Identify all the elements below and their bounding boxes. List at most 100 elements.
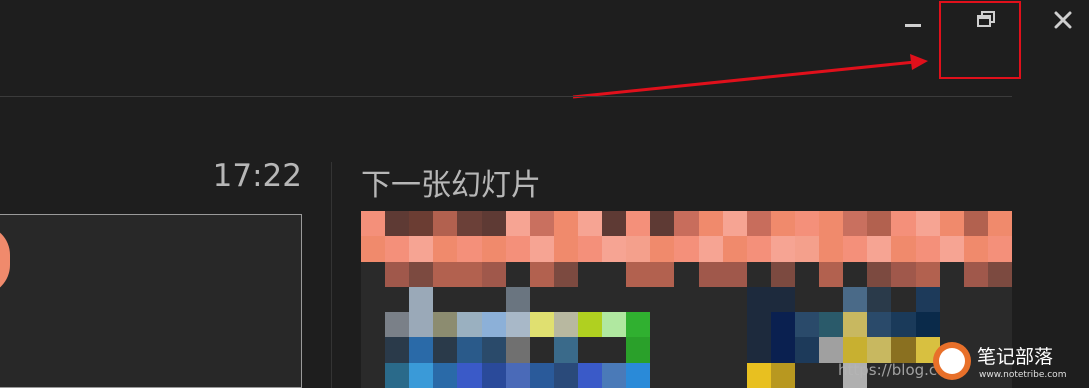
slide-pixel: [481, 362, 506, 388]
slide-pixel: [867, 286, 892, 313]
slide-pixel: [722, 312, 747, 338]
slide-pixel: [698, 236, 723, 262]
slide-pixel: [819, 261, 844, 287]
slide-pixel: [433, 362, 458, 388]
slide-pixel: [577, 261, 603, 287]
slide-pixel: [915, 261, 940, 287]
slide-pixel: [722, 337, 747, 363]
slide-pixel: [409, 211, 434, 237]
slide-pixel: [505, 362, 530, 388]
slide-pixel: [626, 312, 651, 338]
slide-pixel: [963, 211, 988, 237]
slide-pixel: [409, 236, 434, 262]
slide-pixel: [891, 261, 916, 287]
logo-subtext: www.notetribe.com: [979, 370, 1067, 380]
slide-pixel: [674, 211, 699, 237]
slide-pixel: [698, 286, 723, 313]
slide-pixel: [457, 211, 482, 237]
slide-pixel: [361, 261, 386, 287]
pen-icon: [939, 348, 965, 374]
slide-pixel: [794, 286, 820, 313]
slide-pixel: [794, 211, 820, 237]
slide-pixel: [481, 337, 506, 363]
watermark-logo: 笔记部落 www.notetribe.com: [925, 338, 1089, 388]
slide-pixel: [987, 236, 1012, 262]
slide-pixel: [385, 261, 410, 287]
slide-pixel: [385, 312, 410, 338]
slide-pixel: [722, 261, 747, 287]
slide-pixel: [409, 261, 434, 287]
slide-pixel: [481, 286, 506, 313]
slide-pixel: [843, 312, 868, 338]
slide-pixel: [843, 211, 868, 237]
slide-pixel: [939, 312, 964, 338]
slide-pixel: [819, 236, 844, 262]
slide-pixel: [481, 312, 506, 338]
slide-pixel: [553, 312, 578, 338]
slide-pixel: [529, 236, 554, 262]
slide-pixel: [553, 362, 578, 388]
slide-pixel: [361, 236, 386, 262]
slide-pixel: [626, 236, 651, 262]
slide-pixel: [770, 362, 795, 388]
current-slide-preview[interactable]: [0, 214, 302, 388]
slide-pixel: [409, 362, 434, 388]
slide-pixel: [867, 211, 892, 237]
slide-pixel: [819, 312, 844, 338]
slide-pixel: [698, 337, 723, 363]
slide-pixel: [505, 286, 530, 313]
slide-pixel: [987, 286, 1012, 313]
slide-pixel: [963, 312, 988, 338]
slide-pixel: [505, 236, 530, 262]
presentation-timer: 17:22: [212, 158, 302, 194]
slide-accent-shape: [0, 225, 10, 295]
slide-pixel: [891, 337, 916, 363]
slide-pixel: [553, 286, 578, 313]
slide-pixel: [433, 236, 458, 262]
slide-pixel: [770, 286, 795, 313]
slide-pixel: [963, 261, 988, 287]
slide-pixel: [409, 286, 434, 313]
divider-vertical: [331, 162, 332, 388]
slide-pixel: [553, 261, 578, 287]
slide-pixel: [433, 261, 458, 287]
slide-pixel: [770, 211, 795, 237]
slide-pixel: [553, 236, 578, 262]
divider-horizontal: [0, 96, 1012, 97]
slide-pixel: [722, 236, 747, 262]
next-slide-label: 下一张幻灯片: [361, 168, 541, 203]
slide-pixel: [698, 261, 723, 287]
slide-pixel: [457, 236, 482, 262]
slide-pixel: [867, 337, 892, 363]
slide-pixel: [843, 286, 868, 313]
slide-pixel: [939, 211, 964, 237]
slide-pixel: [819, 286, 844, 313]
slide-pixel: [746, 261, 771, 287]
slide-pixel: [529, 211, 554, 237]
slide-pixel: [650, 236, 675, 262]
slide-pixel: [650, 286, 675, 313]
slide-pixel: [867, 236, 892, 262]
slide-pixel: [577, 211, 603, 237]
slide-pixel: [867, 261, 892, 287]
slide-pixel: [433, 286, 458, 313]
slide-pixel: [891, 211, 916, 237]
slide-pixel: [385, 236, 410, 262]
slide-pixel: [650, 337, 675, 363]
slide-pixel: [891, 286, 916, 313]
slide-pixel: [457, 261, 482, 287]
slide-pixel: [602, 362, 627, 388]
slide-pixel: [915, 236, 940, 262]
slide-pixel: [457, 286, 482, 313]
slide-pixel: [746, 362, 771, 388]
slide-pixel: [674, 337, 699, 363]
slide-pixel: [505, 261, 530, 287]
slide-pixel: [915, 286, 940, 313]
slide-pixel: [987, 312, 1012, 338]
slide-pixel: [650, 312, 675, 338]
slide-pixel: [577, 312, 603, 338]
slide-pixel: [674, 286, 699, 313]
logo-text: 笔记部落: [977, 346, 1054, 368]
slide-pixel: [529, 312, 554, 338]
slide-pixel: [505, 211, 530, 237]
